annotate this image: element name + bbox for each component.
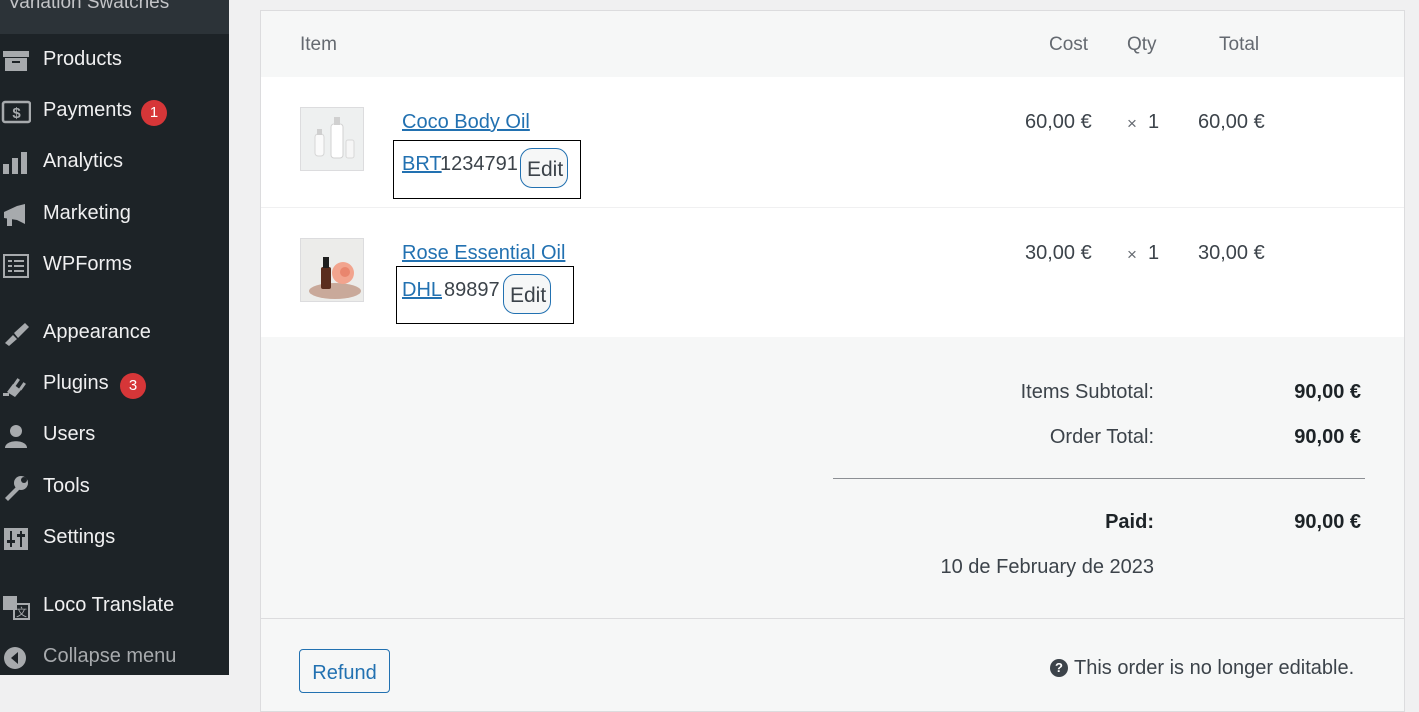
svg-text:文: 文	[16, 605, 27, 619]
order-total-label: Order Total:	[1049, 426, 1154, 448]
sidebar-item-analytics[interactable]: Analytics	[0, 142, 229, 182]
notification-badge: 1	[141, 100, 167, 126]
sidebar-item-label: WPForms	[43, 253, 132, 275]
item-total: 30,00 €	[1198, 242, 1265, 264]
sidebar-item-settings[interactable]: Settings	[0, 518, 229, 558]
refund-button[interactable]: Refund	[299, 649, 390, 693]
collapse-menu-button[interactable]: Collapse menu	[0, 637, 229, 677]
order-items-panel: Item Cost Qty Total Coco Body Oil BRT 12…	[260, 10, 1405, 712]
column-header-total: Total	[1219, 34, 1260, 55]
carrier-link[interactable]: DHL	[402, 279, 442, 302]
wrench-icon	[5, 476, 28, 501]
sidebar-item-tools[interactable]: Tools	[0, 467, 229, 507]
edit-tracking-button[interactable]: Edit	[503, 274, 551, 314]
admin-sidebar: Variation Swatches Products $ Payments 1…	[0, 0, 229, 675]
product-name-link[interactable]: Coco Body Oil	[402, 111, 530, 134]
times-icon: ×	[1127, 114, 1137, 133]
dollar-icon: $	[1, 100, 31, 124]
column-header-cost: Cost	[1049, 34, 1089, 55]
column-header-item: Item	[300, 34, 337, 55]
sidebar-item-plugins[interactable]: Plugins 3	[0, 364, 229, 404]
help-icon[interactable]: ?	[1050, 659, 1068, 677]
tracking-number: 1234791	[440, 153, 518, 175]
sidebar-item-products[interactable]: Products	[0, 40, 229, 80]
sidebar-item-payments[interactable]: $ Payments 1	[0, 91, 229, 131]
sidebar-item-loco-translate[interactable]: 文 Loco Translate	[0, 586, 229, 626]
plug-icon	[3, 378, 26, 397]
totals-divider	[833, 478, 1365, 479]
item-total: 60,00 €	[1198, 111, 1265, 133]
paintbrush-icon	[5, 323, 29, 346]
forms-icon	[3, 254, 29, 278]
order-total-value: 90,00 €	[1294, 426, 1361, 448]
item-cost: 60,00 €	[1025, 111, 1092, 133]
sidebar-item-appearance[interactable]: Appearance	[0, 313, 229, 353]
not-editable-text: This order is no longer editable.	[1074, 657, 1355, 679]
paid-label: Paid:	[1105, 511, 1154, 533]
order-items-list: Coco Body Oil BRT 1234791 Edit 60,00 € ×…	[261, 77, 1404, 337]
collapse-icon	[4, 647, 26, 669]
sidebar-item-users[interactable]: Users	[0, 415, 229, 455]
section-divider	[261, 618, 1404, 619]
sidebar-item-label: Payments	[43, 99, 132, 121]
item-qty: 1	[1148, 242, 1160, 264]
tracking-number: 89897	[444, 279, 500, 301]
megaphone-icon	[4, 204, 25, 226]
svg-text:$: $	[12, 105, 21, 122]
bar-chart-icon	[3, 152, 27, 174]
item-cost: 30,00 €	[1025, 242, 1092, 264]
sliders-icon	[4, 528, 28, 550]
sidebar-item-label: Marketing	[43, 202, 131, 224]
sidebar-item-label: Appearance	[43, 321, 151, 343]
sidebar-item-variation-swatches[interactable]: Variation Swatches	[0, 0, 229, 34]
items-subtotal-label: Items Subtotal:	[1020, 381, 1154, 403]
paid-value: 90,00 €	[1294, 511, 1361, 533]
product-name-link[interactable]: Rose Essential Oil	[402, 242, 565, 265]
sidebar-item-label: Users	[43, 423, 96, 445]
items-subtotal-value: 90,00 €	[1294, 381, 1361, 403]
item-qty: 1	[1148, 111, 1160, 133]
product-thumbnail[interactable]	[300, 107, 364, 171]
carrier-link[interactable]: BRT	[402, 153, 442, 176]
paid-date: 10 de February de 2023	[940, 556, 1155, 578]
table-row: Coco Body Oil BRT 1234791 Edit 60,00 € ×…	[261, 77, 1404, 207]
translate-icon: 文	[3, 596, 30, 620]
sidebar-item-marketing[interactable]: Marketing	[0, 194, 229, 234]
tracking-info-box: DHL 89897 Edit	[396, 266, 574, 324]
tracking-info-box: BRT 1234791 Edit	[393, 140, 581, 199]
sidebar-item-label: Collapse menu	[43, 645, 177, 667]
column-header-qty: Qty	[1127, 34, 1157, 55]
edit-tracking-button[interactable]: Edit	[520, 148, 568, 188]
sidebar-item-label: Plugins	[43, 372, 109, 394]
times-icon: ×	[1127, 245, 1137, 264]
notification-badge: 3	[120, 373, 146, 399]
sidebar-item-wpforms[interactable]: WPForms	[0, 245, 229, 285]
sidebar-item-label: Analytics	[43, 150, 124, 172]
sidebar-item-label: Settings	[43, 526, 116, 548]
archive-icon	[3, 51, 29, 71]
sidebar-item-label: Products	[43, 48, 122, 70]
product-thumbnail[interactable]	[300, 238, 364, 302]
not-editable-note: ? This order is no longer editable.	[1050, 657, 1354, 680]
sidebar-item-label: Tools	[43, 475, 90, 497]
table-row: Rose Essential Oil DHL 89897 Edit 30,00 …	[261, 207, 1404, 338]
sidebar-item-label: Loco Translate	[43, 594, 175, 616]
sidebar-item-label: Variation Swatches	[8, 0, 170, 13]
user-icon	[5, 425, 27, 448]
